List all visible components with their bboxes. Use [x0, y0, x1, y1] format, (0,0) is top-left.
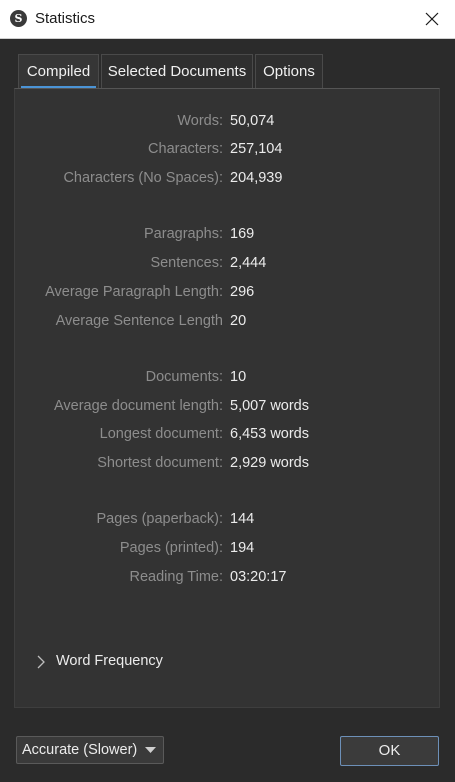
stat-row-pages-paperback: Pages (paperback): 144 — [14, 511, 440, 533]
stat-value: 296 — [230, 284, 255, 300]
stat-label: Characters (No Spaces): — [63, 170, 223, 186]
stat-label: Shortest document: — [97, 455, 223, 471]
stat-value: 5,007 words — [230, 398, 309, 414]
stat-row-avg-document-length: Average document length: 5,007 words — [14, 398, 440, 420]
stat-value: 20 — [230, 313, 247, 329]
accuracy-dropdown[interactable]: Accurate (Slower) — [16, 736, 164, 764]
stat-value: 194 — [230, 540, 255, 556]
tab-label: Options — [263, 63, 315, 80]
close-button[interactable] — [409, 0, 455, 38]
stat-label: Characters: — [148, 141, 223, 157]
stat-row-shortest-document: Shortest document: 2,929 words — [14, 455, 440, 477]
window-title: Statistics — [35, 10, 96, 27]
stat-value: 144 — [230, 511, 255, 527]
stat-label: Words: — [177, 113, 223, 129]
stat-row-paragraphs: Paragraphs: 169 — [14, 226, 440, 248]
tab-selected-documents[interactable]: Selected Documents — [101, 54, 253, 88]
tab-options[interactable]: Options — [255, 54, 323, 88]
stat-row-words: Words: 50,074 — [14, 113, 440, 135]
stat-value: 6,453 words — [230, 426, 309, 442]
scrivener-app-icon: S — [10, 10, 27, 27]
stat-label: Reading Time: — [129, 569, 224, 585]
stat-value: 03:20:17 — [230, 569, 287, 585]
close-icon — [425, 12, 439, 26]
tab-compiled[interactable]: Compiled — [18, 54, 99, 88]
stat-label: Pages (printed): — [119, 540, 223, 556]
ok-button[interactable]: OK — [340, 736, 439, 766]
chevron-right-icon — [37, 655, 45, 669]
stat-row-longest-document: Longest document: 6,453 words — [14, 426, 440, 448]
stat-row-sentences: Sentences: 2,444 — [14, 255, 440, 277]
stat-row-pages-printed: Pages (printed): 194 — [14, 540, 440, 562]
stat-value: 2,444 — [230, 255, 267, 271]
caret-down-icon — [145, 747, 156, 753]
tab-label: Compiled — [26, 63, 91, 80]
tab-label: Selected Documents — [107, 63, 247, 80]
accuracy-selected-value: Accurate (Slower) — [22, 742, 138, 758]
title-bar: S Statistics — [0, 0, 455, 39]
stat-label: Average Paragraph Length: — [45, 284, 223, 300]
stat-label: Longest document: — [99, 426, 223, 442]
stat-value: 10 — [230, 369, 247, 385]
active-tab-indicator — [21, 86, 96, 88]
stat-value: 257,104 — [230, 141, 283, 157]
stat-value: 50,074 — [230, 113, 275, 129]
stat-label: Documents: — [145, 369, 223, 385]
stat-value: 204,939 — [230, 170, 283, 186]
statistics-dialog: S Statistics Compiled Selected Documents… — [0, 0, 455, 782]
stat-label: Average Sentence Length — [55, 313, 223, 329]
stat-value: 2,929 words — [230, 455, 309, 471]
word-frequency-label: Word Frequency — [56, 653, 163, 669]
stat-label: Pages (paperback): — [96, 511, 223, 527]
stat-row-reading-time: Reading Time: 03:20:17 — [14, 569, 440, 591]
stat-label: Paragraphs: — [144, 226, 223, 242]
stat-row-avg-sentence-length: Average Sentence Length 20 — [14, 313, 440, 335]
stat-label: Sentences: — [150, 255, 223, 271]
stat-row-avg-paragraph-length: Average Paragraph Length: 296 — [14, 284, 440, 306]
stat-row-characters: Characters: 257,104 — [14, 141, 440, 163]
stat-label: Average document length: — [53, 398, 223, 414]
stat-row-characters-no-spaces: Characters (No Spaces): 204,939 — [14, 170, 440, 192]
stat-row-documents: Documents: 10 — [14, 369, 440, 391]
stat-value: 169 — [230, 226, 255, 242]
